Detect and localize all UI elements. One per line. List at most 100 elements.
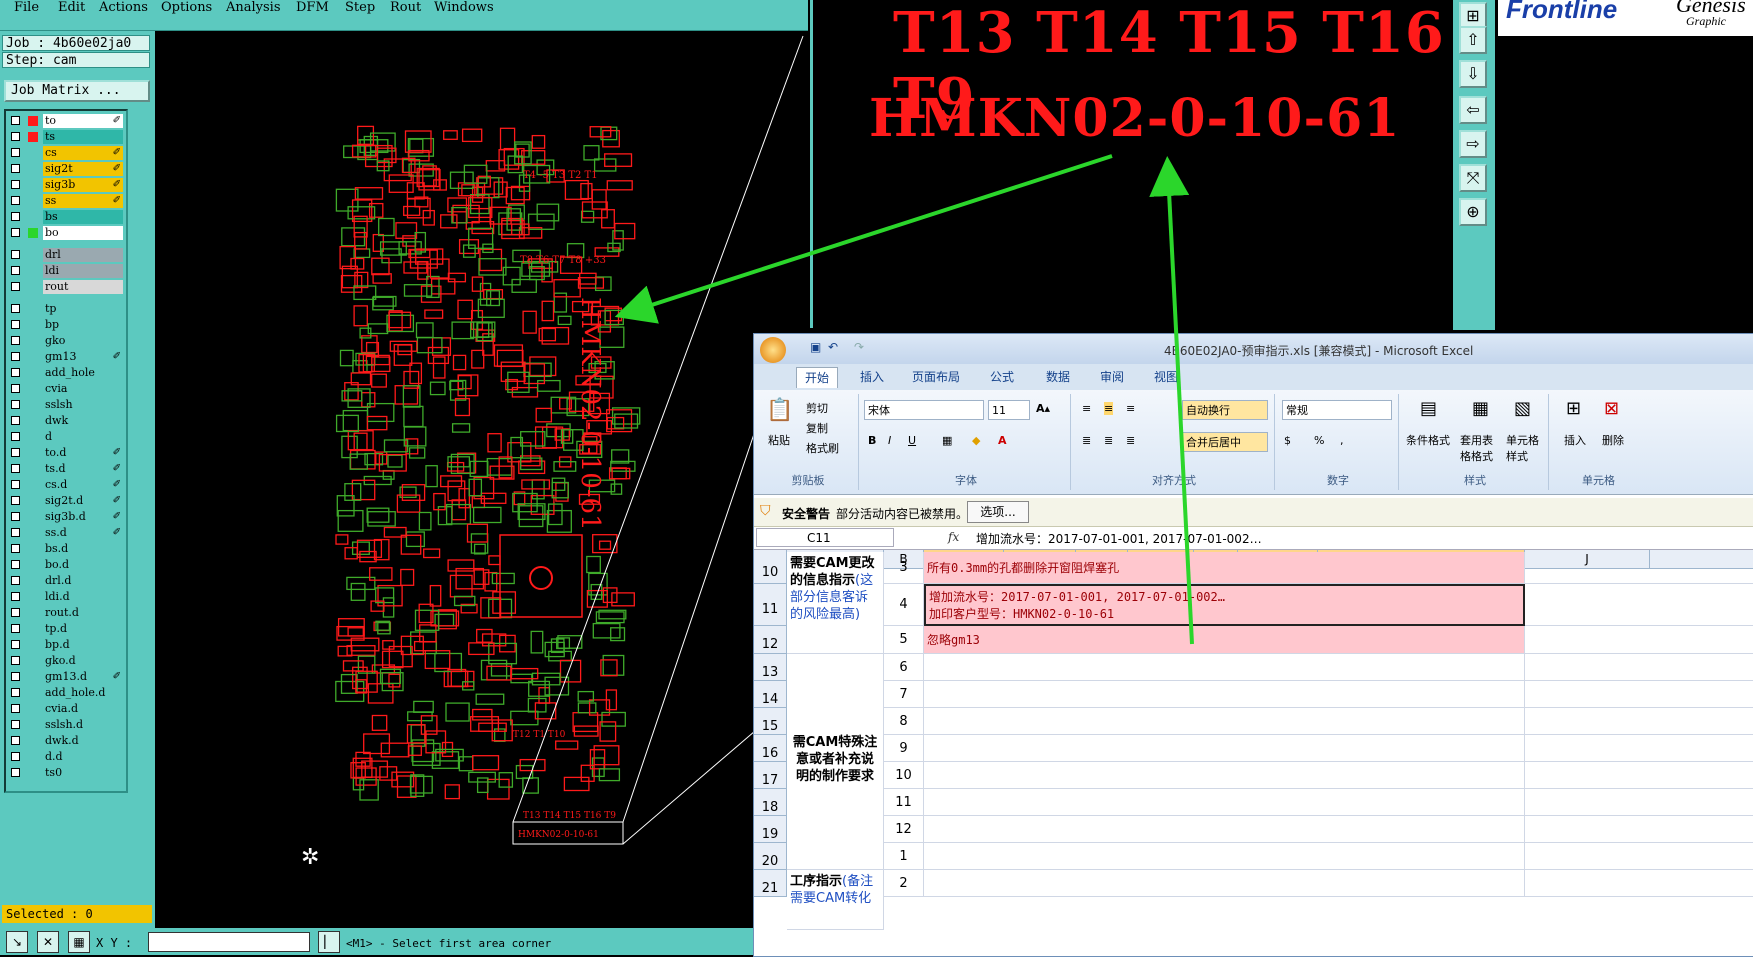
menu-rout[interactable]: Rout [390,0,421,15]
instruction-cell[interactable] [924,735,1525,762]
layer-checkbox[interactable] [11,250,20,259]
layer-row[interactable]: ss ✐ [6,193,126,209]
category-cell[interactable]: 需要CAM更改的信息指示(这部分信息客诉的风险最高) [787,552,884,654]
row-header[interactable]: 18 [754,789,787,816]
layer-checkbox[interactable] [11,266,20,275]
row-header[interactable]: 19 [754,816,787,843]
instruction-cell[interactable] [924,789,1525,816]
pan-left-icon[interactable]: ⇦ [1459,96,1487,124]
empty-cell[interactable] [1525,654,1753,681]
category-cell[interactable]: 需CAM特殊注意或者补充说明的制作要求 [787,654,884,870]
empty-cell[interactable] [1525,789,1753,816]
layer-row[interactable]: d.d [6,749,126,765]
row-header[interactable]: 17 [754,762,787,789]
layer-row[interactable]: sig3b.d ✐ [6,509,126,525]
number-cell[interactable]: 4 [884,584,924,626]
number-cell[interactable]: 10 [884,762,924,789]
tab-home[interactable]: 开始 [796,367,839,388]
layer-row[interactable]: ss.d ✐ [6,525,126,541]
layer-checkbox[interactable] [11,544,20,553]
align-right-icon[interactable]: ≣ [1126,434,1135,447]
empty-cell[interactable] [1525,626,1753,654]
layer-row[interactable]: rout.d [6,605,126,621]
instruction-cell[interactable] [924,843,1525,870]
layer-checkbox[interactable] [11,368,20,377]
layer-checkbox[interactable] [11,352,20,361]
number-cell[interactable]: 11 [884,789,924,816]
layer-checkbox[interactable] [11,228,20,237]
tab-page-layout[interactable]: 页面布局 [904,367,968,387]
layer-row[interactable]: ldi [6,263,126,279]
layer-row[interactable]: sslsh.d [6,717,126,733]
menu-file[interactable]: File [14,0,39,15]
layer-checkbox[interactable] [11,512,20,521]
instruction-cell[interactable]: 忽略gm13 [924,626,1525,654]
row-header[interactable]: 12 [754,626,787,654]
menu-analysis[interactable]: Analysis [226,0,281,15]
instruction-cell[interactable]: 增加流水号：2017-07-01-001, 2017-07-01-002… 加印客… [924,584,1525,626]
paste-button[interactable]: 粘贴 [768,432,790,448]
format-painter-button[interactable]: 格式刷 [806,440,839,456]
layer-row[interactable]: dwk [6,413,126,429]
instruction-cell[interactable] [924,816,1525,843]
conditional-format-button[interactable]: 条件格式 [1406,432,1450,448]
instruction-cell[interactable] [924,654,1525,681]
tab-review[interactable]: 审阅 [1092,367,1132,387]
number-cell[interactable]: 1 [884,843,924,870]
empty-cell[interactable] [1525,843,1753,870]
menu-edit[interactable]: Edit [58,0,85,15]
cross-tool-icon[interactable]: ✕ [37,931,59,953]
row-header[interactable]: 10 [754,552,787,584]
merge-center-button[interactable]: 合并后居中 [1182,432,1268,452]
align-top-icon[interactable]: ≡ [1082,402,1091,415]
cut-button[interactable]: 剪切 [806,400,828,416]
layer-row[interactable]: drl.d [6,573,126,589]
layer-row[interactable]: rout [6,279,126,295]
layer-checkbox[interactable] [11,336,20,345]
layer-checkbox[interactable] [11,180,20,189]
instruction-cell[interactable] [924,681,1525,708]
grid-tool-icon[interactable]: ▦ [68,931,90,953]
fill-color-icon[interactable]: ◆ [972,434,980,447]
layer-checkbox[interactable] [11,752,20,761]
comma-icon[interactable]: , [1340,434,1344,447]
category-cell[interactable]: 工序指示(备注需要CAM转化 [787,870,884,930]
layer-row[interactable]: ldi.d [6,589,126,605]
table-format-icon[interactable]: ▦ [1472,398,1489,419]
layer-row[interactable]: gm13 ✐ [6,349,126,365]
layer-row[interactable]: bp [6,317,126,333]
security-options-button[interactable]: 选项... [967,501,1029,523]
layer-row[interactable]: sig3b ✐ [6,177,126,193]
layer-checkbox[interactable] [11,164,20,173]
font-color-icon[interactable]: A [998,434,1007,447]
layer-checkbox[interactable] [11,400,20,409]
number-format-select[interactable]: 常规 [1282,400,1392,420]
row-header[interactable]: 21 [754,870,787,897]
tab-view[interactable]: 视图 [1146,367,1186,387]
layer-checkbox[interactable] [11,496,20,505]
layer-checkbox[interactable] [11,464,20,473]
conditional-format-icon[interactable]: ▤ [1420,398,1437,419]
layer-row[interactable]: bs.d [6,541,126,557]
empty-cell[interactable] [1525,708,1753,735]
number-cell[interactable]: 7 [884,681,924,708]
zoom-home-icon[interactable]: ⊕ [1459,198,1487,226]
row-header[interactable]: 11 [754,584,787,626]
instruction-cell[interactable] [924,708,1525,735]
number-cell[interactable]: 12 [884,816,924,843]
align-center-icon[interactable]: ≣ [1104,434,1113,447]
layer-checkbox[interactable] [11,196,20,205]
layer-checkbox[interactable] [11,560,20,569]
number-cell[interactable]: 8 [884,708,924,735]
layer-row[interactable]: bo [6,225,126,241]
layer-row[interactable]: cvia.d [6,701,126,717]
row-header[interactable]: 13 [754,654,787,681]
number-cell[interactable]: 5 [884,626,924,654]
layer-row[interactable]: bs [6,209,126,225]
name-box[interactable]: C11 [756,528,894,547]
menu-windows[interactable]: Windows [434,0,494,15]
layer-row[interactable]: d [6,429,126,445]
layer-row[interactable]: ts.d ✐ [6,461,126,477]
layer-row[interactable]: gm13.d ✐ [6,669,126,685]
delete-cells-button[interactable]: 删除 [1602,432,1624,448]
